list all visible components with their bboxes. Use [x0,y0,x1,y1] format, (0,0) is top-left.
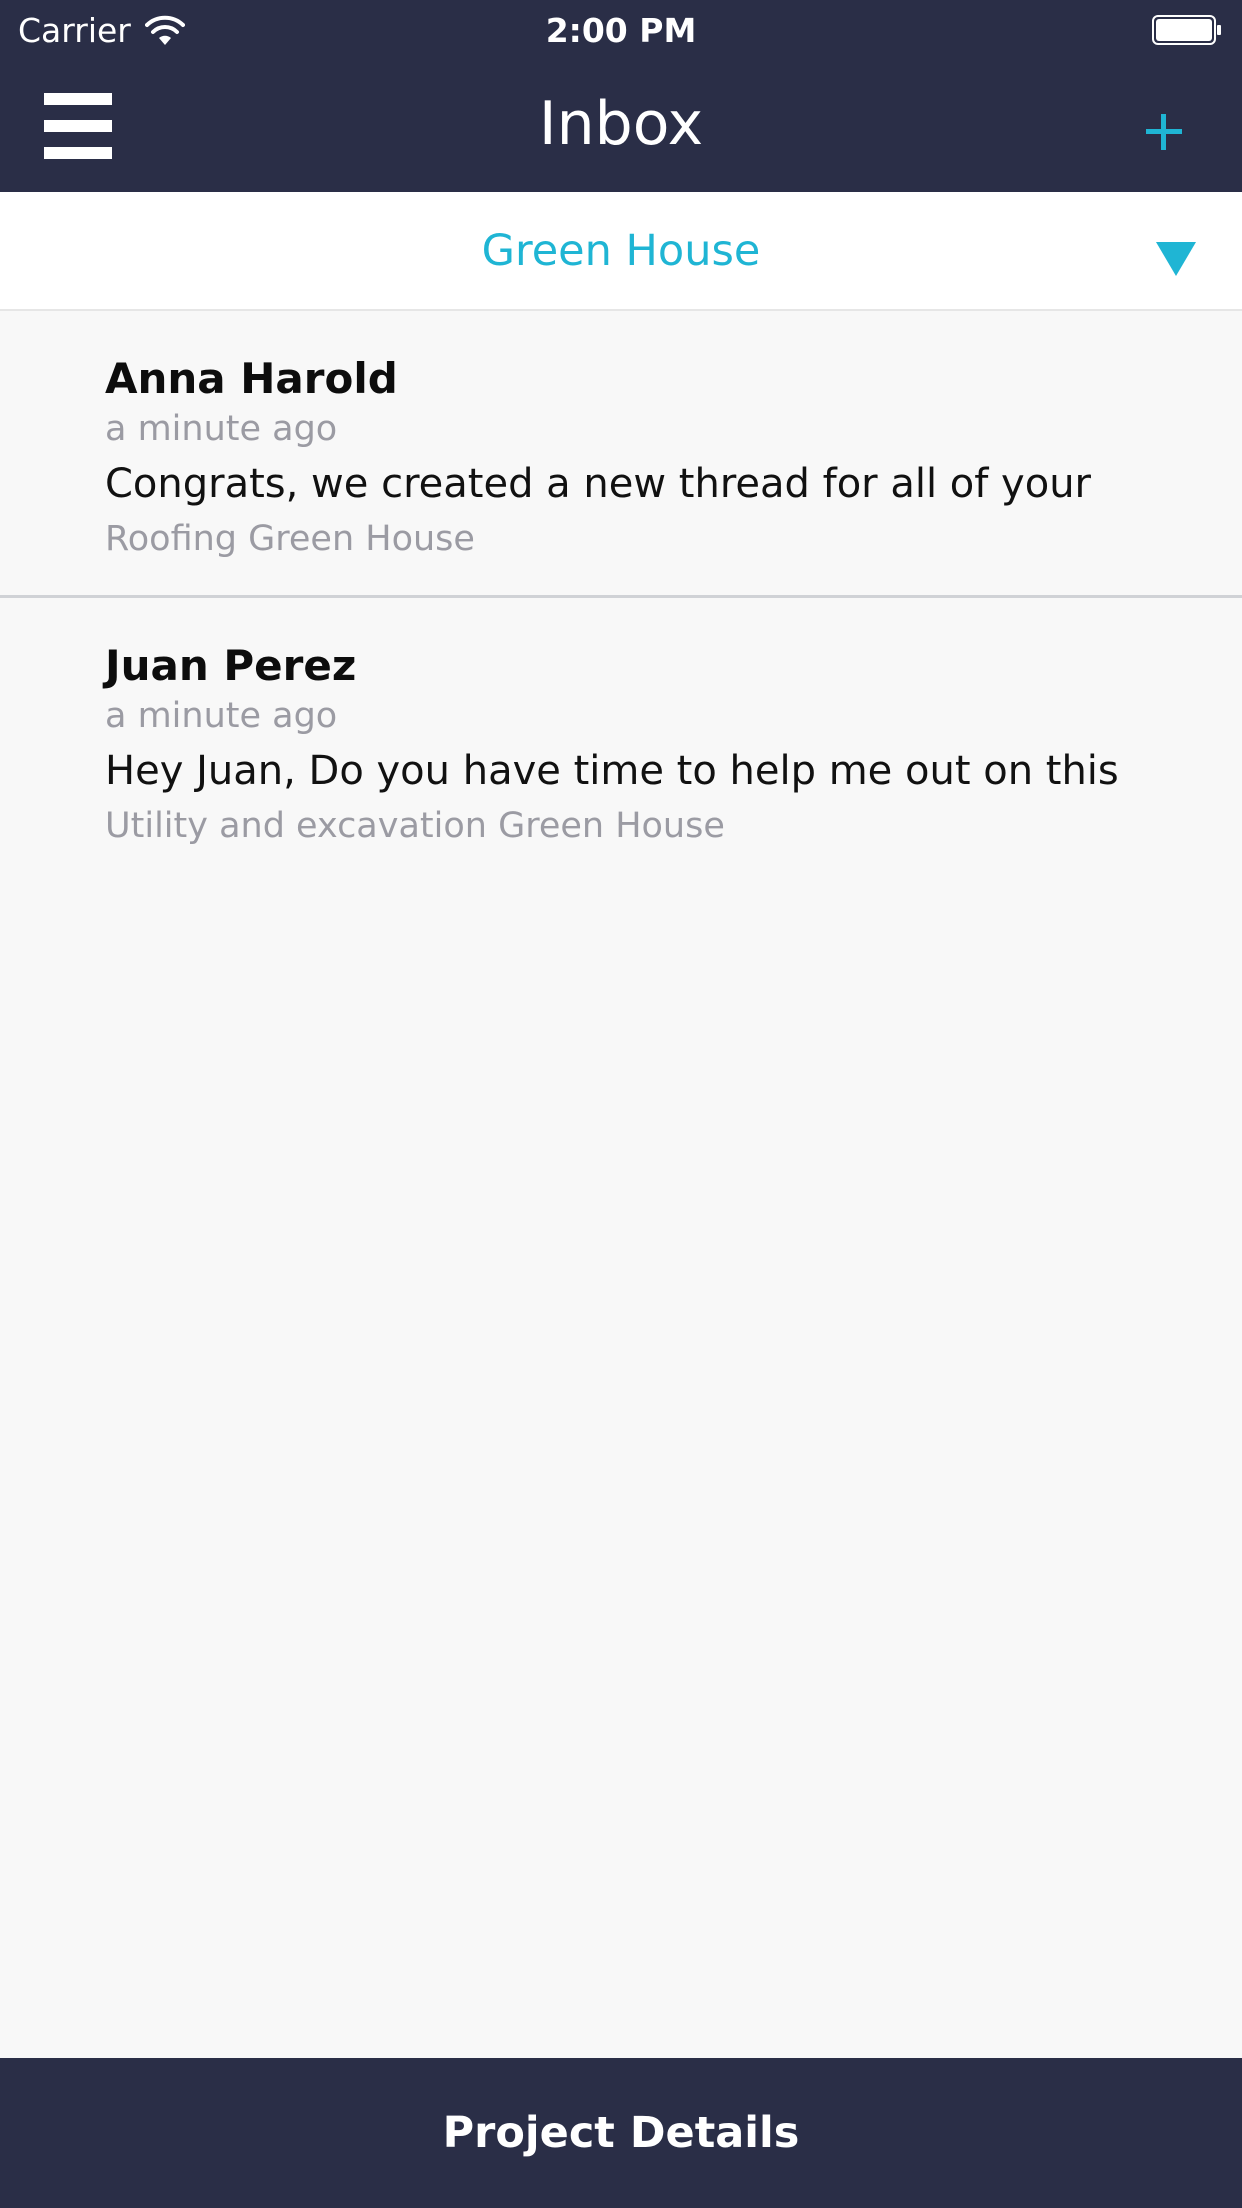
plus-icon [1146,114,1182,150]
thread-sender: Juan Perez [105,641,357,690]
thread-list-item[interactable]: Anna Harold a minute ago Congrats, we cr… [0,311,1242,598]
battery-icon [1152,15,1221,45]
thread-list: Anna Harold a minute ago Congrats, we cr… [0,311,1242,882]
navigation-bar: Inbox [0,62,1242,192]
thread-preview: Hey Juan, Do you have time to help me ou… [105,748,1119,794]
status-bar: Carrier 2:00 PM [0,0,1242,62]
page-title: Inbox [538,89,704,159]
thread-project: Utility and excavation Green House [105,806,725,846]
selected-project-label: Green House [481,226,761,276]
thread-sender: Anna Harold [105,354,398,403]
thread-list-item[interactable]: Juan Perez a minute ago Hey Juan, Do you… [0,598,1242,882]
thread-timestamp: a minute ago [105,409,338,449]
add-thread-button[interactable] [1134,102,1194,162]
thread-timestamp: a minute ago [105,696,338,736]
triangle-down-icon [1156,242,1196,276]
thread-project: Roofing Green House [105,519,475,559]
status-time: 2:00 PM [545,11,697,50]
project-details-label: Project Details [442,2108,800,2158]
thread-preview: Congrats, we created a new thread for al… [105,461,1091,507]
project-details-button[interactable]: Project Details [0,2058,1242,2208]
project-filter-dropdown[interactable]: Green House [0,192,1242,311]
